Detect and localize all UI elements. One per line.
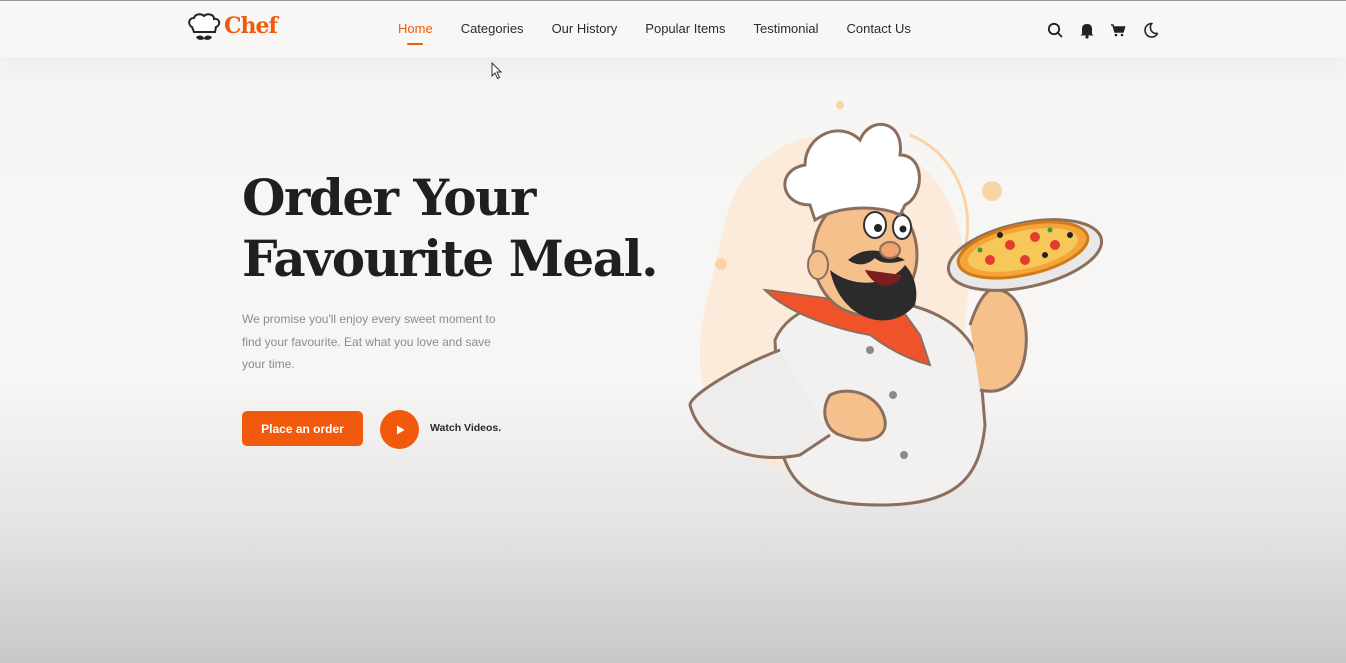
hero-title: Order Your Favourite Meal.	[242, 167, 662, 289]
play-icon	[396, 425, 404, 434]
main-nav: Home Categories Our History Popular Item…	[384, 21, 939, 42]
nav-item-contact-us[interactable]: Contact Us	[847, 21, 911, 42]
header-actions	[1045, 20, 1171, 40]
nav-item-our-history[interactable]: Our History	[552, 21, 618, 42]
watch-video-play-button[interactable]	[380, 410, 419, 449]
nav-item-categories[interactable]: Categories	[461, 21, 524, 42]
brand-name: Chef	[224, 13, 278, 39]
nav-item-testimonial[interactable]: Testimonial	[754, 21, 819, 42]
search-icon[interactable]	[1045, 20, 1065, 40]
chef-with-pizza-illustration	[688, 101, 1104, 507]
watch-videos-label[interactable]: Watch Videos.	[430, 422, 501, 434]
hero-title-line-1: Order Your	[242, 168, 536, 227]
brand-logo[interactable]: Chef	[186, 11, 278, 45]
mouse-cursor-icon	[491, 62, 503, 80]
place-order-button[interactable]: Place an order	[242, 411, 363, 446]
site-header: Chef Home Categories Our History Popular…	[0, 1, 1346, 57]
bell-icon[interactable]	[1077, 20, 1097, 40]
chef-hat-icon	[188, 13, 221, 40]
nav-item-home[interactable]: Home	[398, 21, 433, 42]
moon-icon[interactable]	[1140, 20, 1160, 40]
cart-icon[interactable]	[1108, 20, 1128, 40]
nav-item-popular-items[interactable]: Popular Items	[645, 21, 725, 42]
hero-description: We promise you'll enjoy every sweet mome…	[242, 312, 496, 372]
hero-title-line-2: Favourite Meal.	[242, 229, 659, 288]
